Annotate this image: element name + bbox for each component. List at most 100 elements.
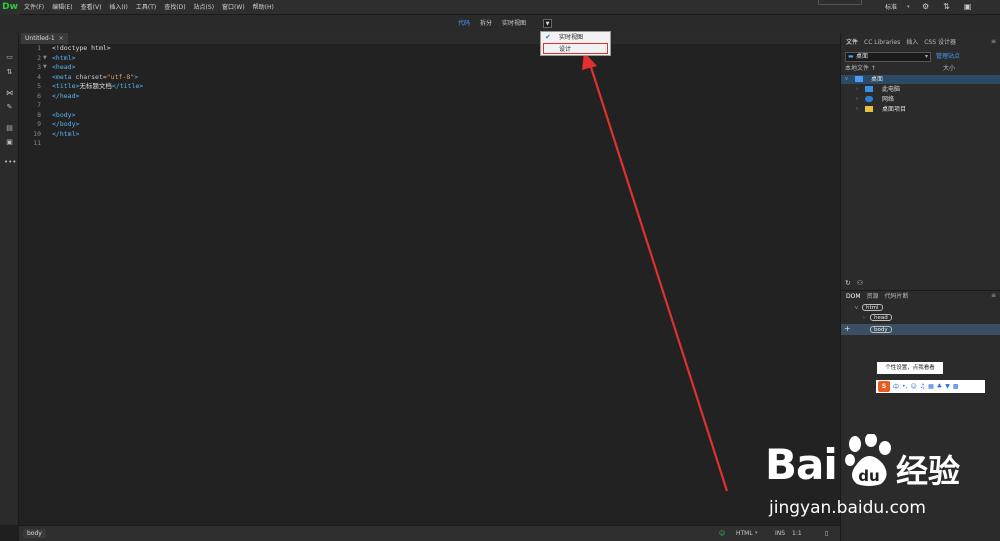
panel-menu-icon[interactable]: ≡ [991, 38, 996, 45]
watermark-brand: Bai [765, 440, 838, 489]
code-line: <meta charset="utf-8"> [52, 72, 139, 81]
menu-insert[interactable]: 插入(I) [109, 0, 127, 15]
tab-live-view[interactable]: 实时视图 [502, 15, 526, 33]
panel-divider [841, 290, 1000, 291]
expand-arrow-icon[interactable]: › [856, 95, 858, 104]
menu-edit[interactable]: 编辑(E) [52, 0, 72, 15]
format-source-icon[interactable]: ▤ [4, 123, 15, 133]
view-dropdown-toggle[interactable]: ▼ [543, 19, 552, 28]
preview-icon[interactable]: ▣ [4, 137, 15, 147]
tab-split[interactable]: 拆分 [480, 15, 492, 33]
line-number: 8 [37, 110, 41, 119]
brush-icon[interactable]: ✎ [4, 102, 15, 112]
tools-icon[interactable]: ♣ [937, 383, 942, 390]
settings-icon[interactable]: ⚙ [922, 2, 929, 11]
tab-insert[interactable]: 插入 [906, 38, 918, 48]
dom-row-selected[interactable] [841, 324, 1000, 335]
language-selector[interactable]: HTML [736, 526, 753, 541]
connect-icon[interactable]: ⚇ [857, 279, 863, 287]
line-number: 1 [37, 44, 41, 52]
open-documents-icon[interactable]: ▭ [4, 52, 15, 62]
workspace-switcher[interactable]: 标准 [885, 0, 897, 15]
microphone-icon[interactable]: ♫ [920, 383, 925, 390]
emoji-icon[interactable]: ☺ [910, 383, 916, 390]
line-number: 5 [37, 82, 41, 90]
ime-mode[interactable]: 中 [893, 382, 899, 391]
menu-tools[interactable]: 工具(T) [136, 0, 156, 15]
ime-tooltip: 个性设置，点我看看 [877, 362, 943, 374]
menu-view[interactable]: 查看(V) [81, 0, 102, 15]
code-line: </body> [52, 120, 80, 128]
more-icon[interactable]: ••• [4, 157, 16, 167]
view-tabs: 代码 拆分 实时视图 [458, 15, 526, 33]
menu-file[interactable]: 文件(F) [24, 0, 44, 15]
fold-arrow-icon[interactable]: ▼ [43, 54, 47, 64]
desktop-icon [855, 76, 863, 82]
menu-help[interactable]: 帮助(H) [253, 0, 274, 15]
document-tab-row: Untitled-1 × [19, 33, 840, 44]
workspace-chevron-icon[interactable]: ▾ [907, 4, 910, 10]
punctuation-icon[interactable]: •, [902, 383, 907, 390]
skin-icon[interactable]: ▼ [945, 383, 950, 390]
menu-find[interactable]: 查找(D) [164, 0, 185, 15]
manage-sites-link[interactable]: 管理站点 [936, 53, 960, 61]
file-row[interactable]: › 桌面项目 [841, 105, 1000, 114]
expand-arrow-icon[interactable]: › [863, 315, 865, 321]
close-tab-icon[interactable]: × [59, 35, 64, 42]
code-editor[interactable]: 1 2 3 4 5 6 7 8 9 10 11 ▼ ▼ <!doctype ht… [19, 44, 840, 525]
app-logo: Dw [0, 0, 20, 15]
sync-icon[interactable]: ⇅ [943, 2, 950, 11]
sogou-logo-icon[interactable]: S [878, 381, 890, 392]
line-number: 9 [37, 120, 41, 128]
collapse-arrow-icon[interactable]: v [855, 305, 858, 311]
fold-arrow-icon[interactable]: ▼ [43, 63, 47, 73]
code-line: <html> [52, 53, 76, 62]
dom-node-html[interactable]: html [862, 304, 883, 311]
tag-selector-body[interactable]: body [23, 529, 46, 538]
file-management-icon[interactable]: ⇅ [4, 67, 15, 77]
tab-css-designer[interactable]: CSS 设计器 [924, 38, 956, 48]
window-menu-icon[interactable]: ▣ [964, 2, 972, 11]
file-row[interactable]: › 此电脑 [841, 85, 1000, 94]
tab-snippets[interactable]: 代码片断 [885, 292, 909, 302]
document-tab[interactable]: Untitled-1 × [21, 33, 68, 44]
files-panel-tabs: 文件 CC Libraries 插入 CSS 设计器 [841, 38, 1000, 48]
baidu-paw-icon: du [845, 434, 891, 486]
folder-icon [865, 106, 873, 112]
file-row[interactable]: › 网络 [841, 95, 1000, 104]
tab-files[interactable]: 文件 [846, 38, 858, 48]
toolbox-icon[interactable]: ▩ [953, 383, 959, 390]
dom-node-body[interactable]: body [870, 326, 892, 333]
site-selector[interactable]: ▬ 桌面 ▾ [845, 52, 931, 62]
code-line: <!doctype html> [52, 44, 111, 52]
dom-node-head[interactable]: head [870, 314, 892, 321]
tab-assets[interactable]: 资源 [867, 292, 879, 302]
files-panel-tools: ↻ ⚇ [845, 279, 863, 287]
menu-site[interactable]: 站点(S) [194, 0, 215, 15]
chevron-down-icon[interactable]: ▾ [755, 526, 758, 541]
status-bar: body ☺ HTML ▾ INS 1:1 ▯ [19, 525, 840, 541]
tab-cc-libraries[interactable]: CC Libraries [864, 38, 900, 48]
keyboard-icon[interactable]: ▦ [928, 383, 934, 390]
expand-arrow-icon[interactable]: › [856, 105, 858, 114]
col-size[interactable]: 大小 [943, 65, 955, 73]
file-row[interactable]: v 桌面 [841, 75, 1000, 84]
no-errors-icon[interactable]: ☺ [719, 526, 725, 541]
files-column-header: 本地文件 ↑ 大小 [845, 65, 995, 73]
add-element-icon[interactable]: + [844, 325, 851, 333]
tab-code[interactable]: 代码 [458, 15, 470, 33]
panel-menu-icon[interactable]: ≡ [991, 292, 996, 299]
collapse-arrow-icon[interactable]: v [845, 75, 848, 84]
refresh-icon[interactable]: ↻ [845, 279, 851, 287]
dom-tree-icon[interactable]: ⋈ [4, 88, 15, 98]
line-number: 10 [33, 129, 41, 138]
col-local-files[interactable]: 本地文件 ↑ [845, 65, 876, 72]
svg-text:du: du [858, 467, 879, 485]
expand-arrow-icon[interactable]: › [856, 85, 858, 94]
menu-window[interactable]: 窗口(W) [222, 0, 245, 15]
baidu-watermark: Bai du 经验 jingyan.baidu.com [765, 430, 1000, 530]
dropdown-item-live-view[interactable]: ✔ 实时视图 [541, 32, 610, 43]
dropdown-item-design[interactable]: 设计 [543, 43, 608, 54]
line-number: 11 [33, 139, 41, 147]
tab-dom[interactable]: DOM [846, 292, 861, 302]
